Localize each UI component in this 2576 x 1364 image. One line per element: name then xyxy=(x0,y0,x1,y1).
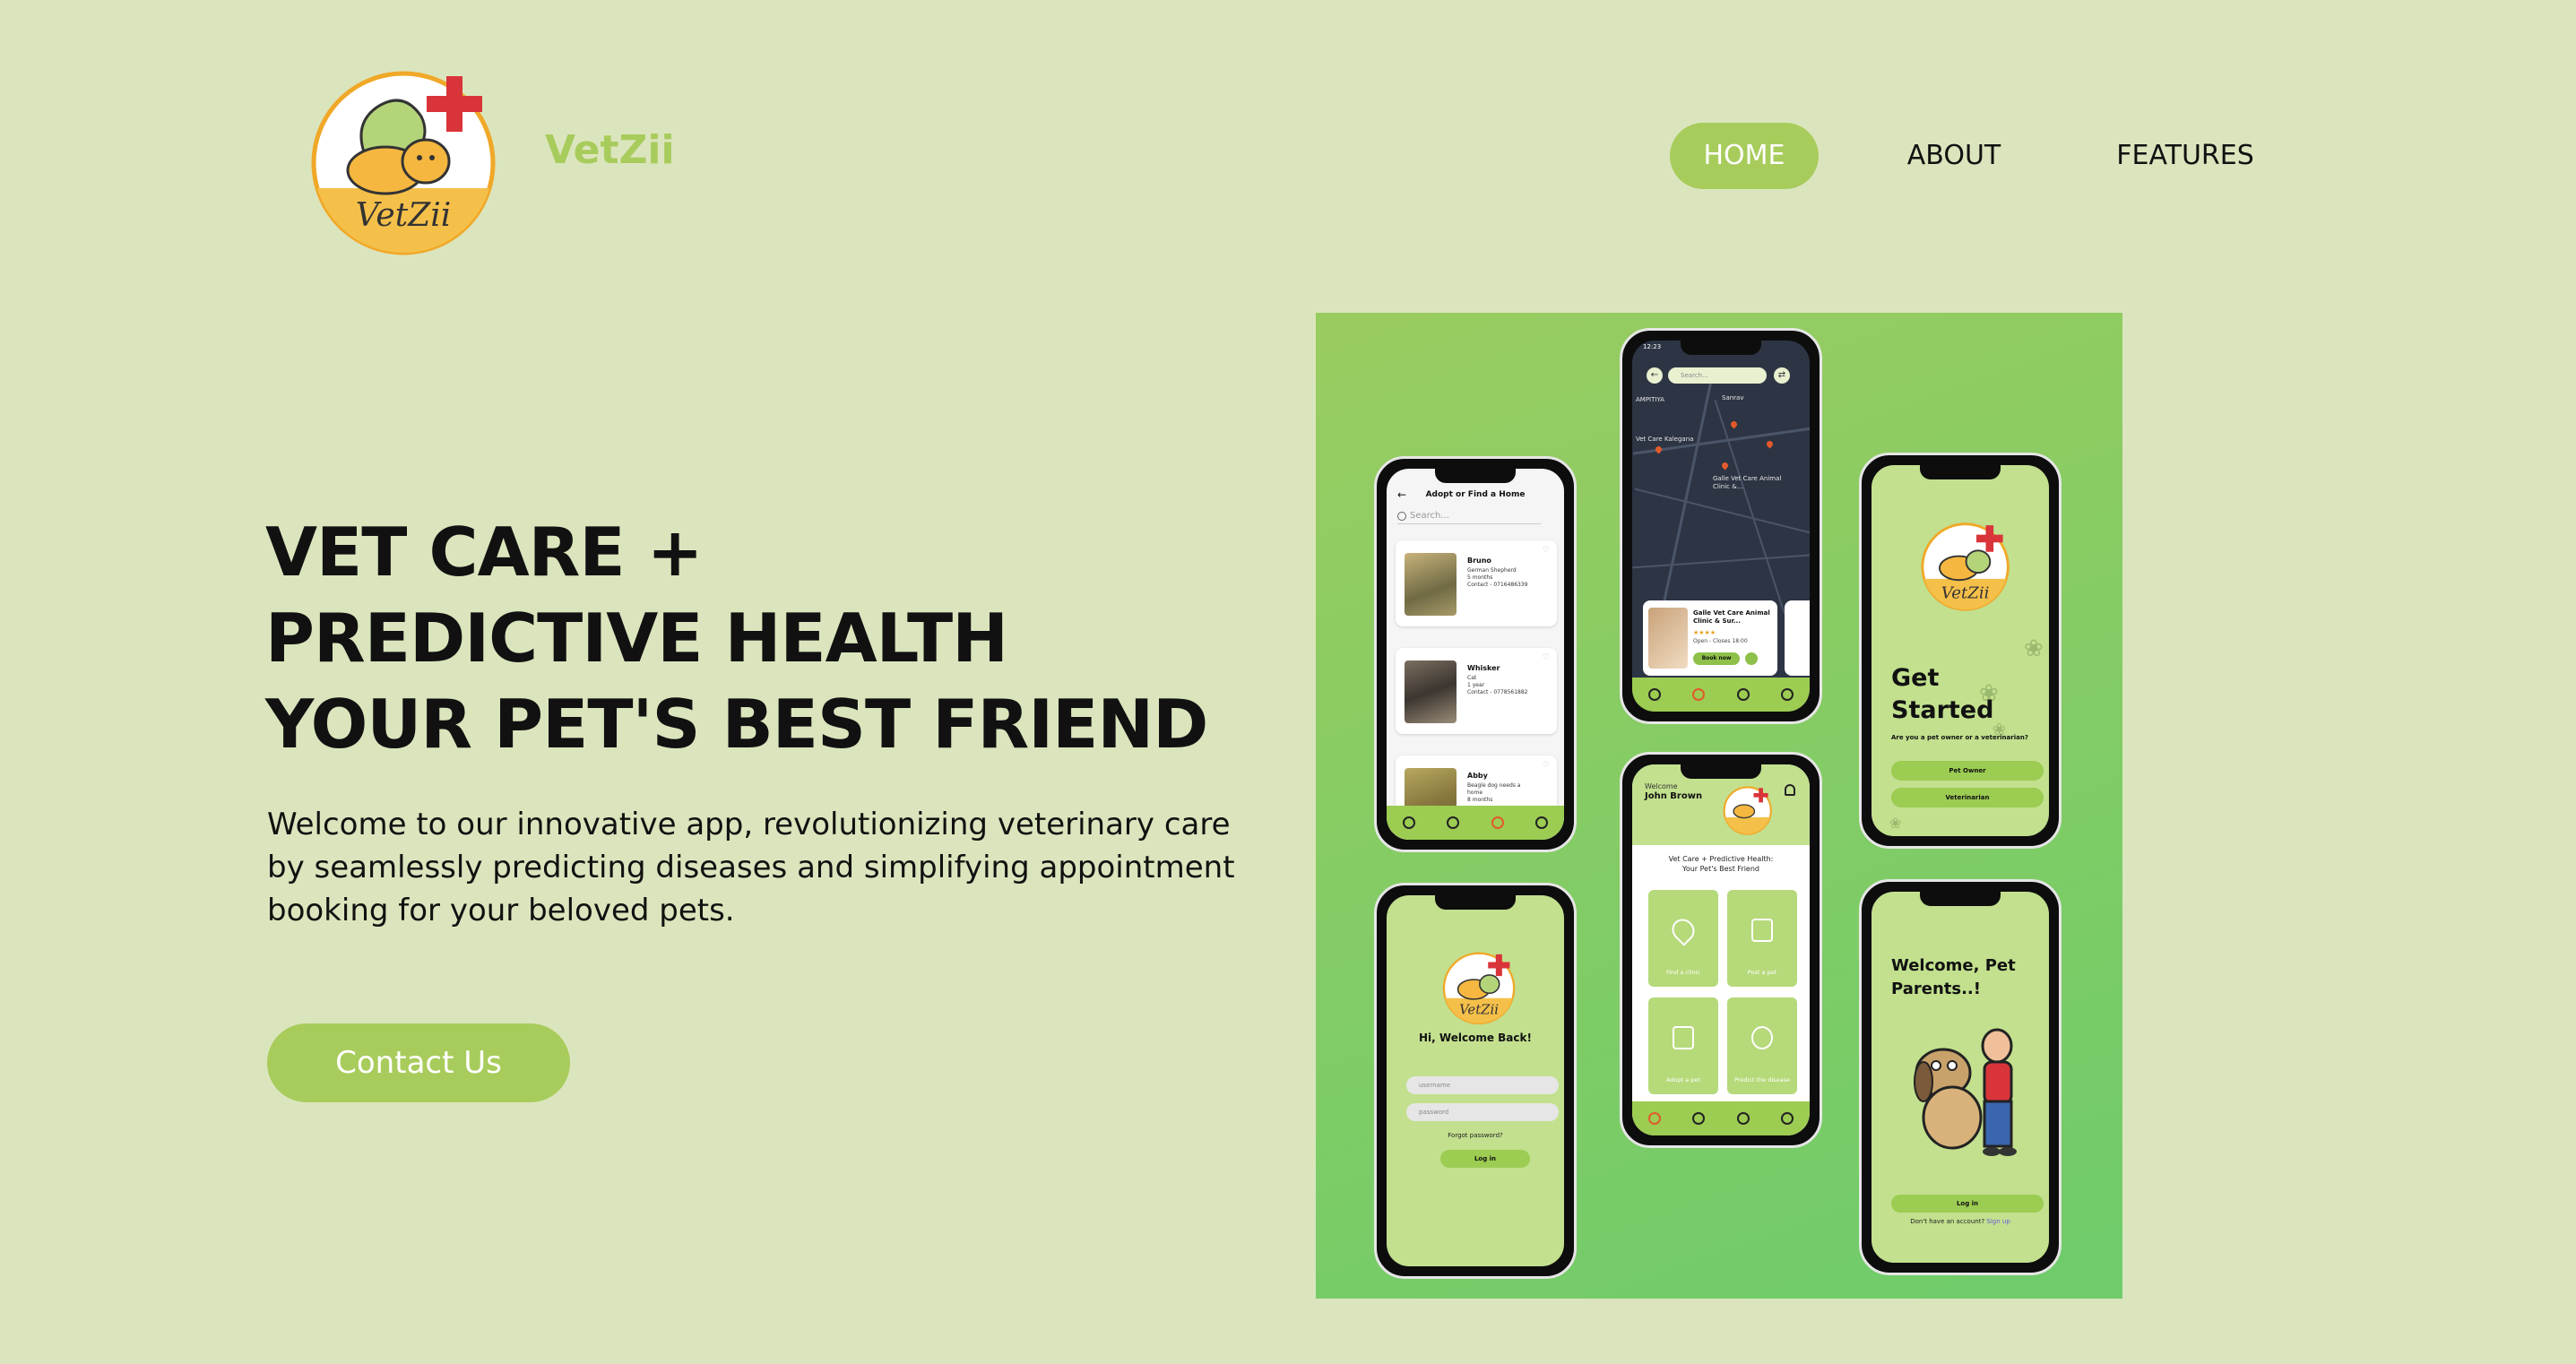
welcome-title: Welcome, Pet Parents..! xyxy=(1891,956,2016,998)
paw-icon: ❀ xyxy=(1889,815,1902,832)
location-icon xyxy=(1692,688,1706,701)
phone-icon xyxy=(1745,652,1758,665)
pet-card: ♡ Whisker Cat 1 year Contact - 077856188… xyxy=(1396,648,1557,734)
login-button: Log in xyxy=(1891,1195,2044,1213)
vetzii-logo: VetZii xyxy=(1442,952,1516,1025)
pet-name: Whisker xyxy=(1467,664,1500,672)
get-started-title: Get Started xyxy=(1891,664,1994,724)
clinic-pin xyxy=(1765,439,1775,449)
dog-and-owner-illustration xyxy=(1914,1028,2017,1156)
dog-photo xyxy=(1405,553,1457,616)
pet-info: German Shepherd 5 months Contact - 07164… xyxy=(1467,567,1528,588)
tab-bar xyxy=(1632,1101,1810,1135)
post-pet-tile: Post a pet xyxy=(1727,890,1797,987)
pet-owner-button: Pet Owner xyxy=(1891,761,2044,781)
signup-link: Sign up xyxy=(1986,1218,2010,1225)
login-button: Log in xyxy=(1440,1150,1530,1168)
location-icon xyxy=(1692,1112,1706,1125)
adopt-icon xyxy=(1736,1112,1750,1125)
pet-info: Beagle dog needs a home 8 months xyxy=(1467,782,1521,803)
vetzii-logo: VetZii xyxy=(1921,522,2010,611)
heart-icon: ♡ xyxy=(1542,546,1550,555)
adopt-title: Adopt or Find a Home xyxy=(1425,490,1526,499)
home-welcome: Welcome xyxy=(1645,782,1678,790)
pet-card: ♡ Bruno German Shepherd 5 months Contact… xyxy=(1396,540,1557,626)
phone-adopt-mockup: ← Adopt or Find a Home Search... ♡ Bruno… xyxy=(1374,456,1577,852)
home-icon xyxy=(1647,1112,1661,1125)
pet-info: Cat 1 year Contact - 0778561882 xyxy=(1467,675,1528,695)
phone-welcome-mockup: Welcome, Pet Parents..! Log in Don't hav… xyxy=(1859,879,2062,1275)
vetzii-logo xyxy=(1723,786,1772,835)
heart-icon: ♡ xyxy=(1542,653,1550,662)
phone-map-mockup: 12:23 ← Search... ⇄ AMPITIYA Sanrav Vet … xyxy=(1620,328,1822,724)
clinic-pin xyxy=(1654,445,1664,454)
tab-bar xyxy=(1632,678,1810,712)
phone-login-mockup: VetZii Hi, Welcome Back! username passwo… xyxy=(1374,883,1577,1279)
role-question: Are you a pet owner or a veterinarian? xyxy=(1891,734,2028,741)
profile-icon xyxy=(1781,688,1794,701)
profile-icon xyxy=(1781,1112,1794,1125)
filter-icon: ⇄ xyxy=(1774,367,1790,384)
headline-line-1: VET CARE + xyxy=(265,513,704,591)
document-icon xyxy=(1751,919,1773,942)
hero-intro: Welcome to our innovative app, revolutio… xyxy=(267,807,1235,928)
clinic-card: Galle Vet Care Animal Clinic & Sur... ★★… xyxy=(1643,600,1777,676)
clinic-pin xyxy=(1729,419,1739,429)
profile-icon xyxy=(1535,816,1549,829)
paw-icon: ❀ xyxy=(2024,635,2044,662)
heart-icon: ♡ xyxy=(1542,761,1550,770)
veterinarian-button: Veterinarian xyxy=(1891,788,2044,807)
adopt-pet-tile: Adopt a pet xyxy=(1648,997,1718,1094)
phone-get-started-mockup: VetZii ❀ ❀ ❀ Get Started Are you a pet o… xyxy=(1859,453,2062,849)
svg-text:VetZii: VetZii xyxy=(356,197,452,234)
password-field: password xyxy=(1406,1103,1559,1121)
bell-icon xyxy=(1785,784,1795,796)
home-icon xyxy=(1402,816,1415,829)
nav-about[interactable]: ABOUT xyxy=(1882,123,2026,189)
contact-us-button[interactable]: Contact Us xyxy=(267,1023,570,1102)
brand-name: VetZii xyxy=(545,127,675,173)
tab-bar xyxy=(1387,806,1564,840)
find-clinic-tile: Find a clinic xyxy=(1648,890,1718,987)
signup-prompt: Don't have an account? Sign up xyxy=(1910,1218,2010,1225)
map-search-input: Search... xyxy=(1668,367,1767,384)
phone-home-mockup: Welcome John Brown Vet Care + Predictive… xyxy=(1620,752,1822,1148)
svg-text:VetZii: VetZii xyxy=(1459,1001,1499,1017)
location-icon xyxy=(1447,816,1460,829)
clinic-pin xyxy=(1720,461,1730,470)
back-icon: ← xyxy=(1647,367,1663,384)
status-time: 12:23 xyxy=(1643,343,1662,350)
nav-home[interactable]: HOME xyxy=(1670,123,1819,189)
forgot-password-link: Forgot password? xyxy=(1448,1132,1503,1139)
location-icon xyxy=(1667,914,1699,946)
clinic-photo xyxy=(1648,608,1688,669)
username-field: username xyxy=(1406,1076,1559,1094)
book-now-button: Book now xyxy=(1693,652,1740,665)
stethoscope-icon xyxy=(1751,1026,1773,1049)
home-icon xyxy=(1647,688,1661,701)
predict-disease-tile: Predict the disease xyxy=(1727,997,1797,1094)
headline-line-2: PREDICTIVE HEALTH xyxy=(265,599,1008,678)
login-greeting: Hi, Welcome Back! xyxy=(1419,1032,1532,1044)
cat-photo xyxy=(1405,660,1457,723)
image-icon xyxy=(1673,1026,1694,1049)
vetzii-logo[interactable]: VetZii xyxy=(305,63,511,260)
adopt-search-input: Search... xyxy=(1397,508,1541,524)
home-tagline: Vet Care + Predictive Health: Your Pet's… xyxy=(1668,855,1774,873)
adopt-icon xyxy=(1491,816,1504,829)
adopt-icon xyxy=(1736,688,1750,701)
pet-name: Bruno xyxy=(1467,557,1491,565)
nav-features[interactable]: FEATURES xyxy=(2105,123,2266,189)
pet-name: Abby xyxy=(1467,772,1488,780)
home-user-name: John Brown xyxy=(1645,791,1703,801)
rating-stars: ★★★★ xyxy=(1693,629,1716,636)
app-showcase: ← Adopt or Find a Home Search... ♡ Bruno… xyxy=(1316,313,2122,1299)
svg-text:VetZii: VetZii xyxy=(1941,583,1990,602)
headline-line-3: YOUR PET'S BEST FRIEND xyxy=(265,685,1208,764)
